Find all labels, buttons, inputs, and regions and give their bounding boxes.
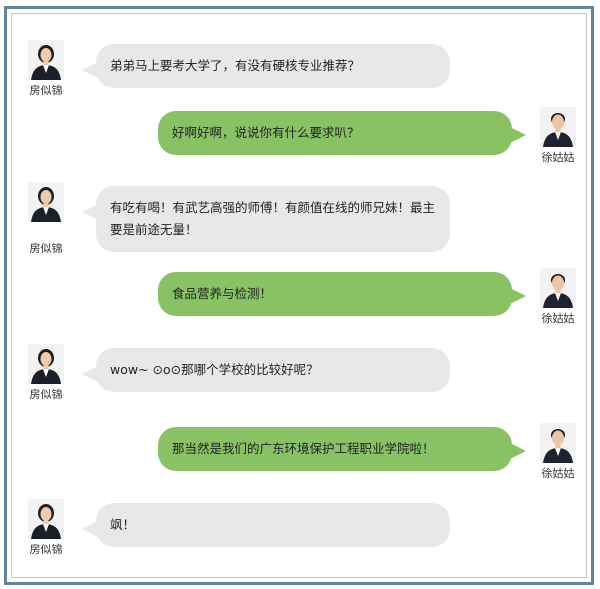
chat-frame: 房似锦 弟弟马上要考大学了，有没有硬核专业推荐？ 好啊好啊，说说你有什么要求叭？…	[4, 6, 594, 585]
man-avatar-icon	[540, 107, 576, 147]
message-bubble: 有吃有喝！有武艺高强的师傅！有颜值在线的师兄妹！最主要是前途无量！	[82, 186, 450, 252]
sender-name: 徐姑姑	[541, 312, 575, 325]
message-bubble: 飒！	[82, 503, 450, 547]
woman-avatar-icon	[28, 344, 64, 384]
woman-avatar-icon	[28, 499, 64, 539]
message-bubble: 好啊好啊，说说你有什么要求叭？	[158, 111, 526, 155]
message-bubble: 食品营养与检测！	[158, 272, 526, 316]
message-bubble: 弟弟马上要考大学了，有没有硬核专业推荐？	[82, 44, 450, 88]
message-bubble: wow~ ⊙o⊙那哪个学校的比较好呢？	[82, 348, 450, 392]
sender-name: 房似锦	[29, 388, 63, 401]
message-bubble: 那当然是我们的广东环境保护工程职业学院啦！	[158, 427, 526, 471]
sender-name: 徐姑姑	[541, 151, 575, 164]
woman-avatar-icon	[28, 40, 64, 80]
chat-panel: 房似锦 弟弟马上要考大学了，有没有硬核专业推荐？ 好啊好啊，说说你有什么要求叭？…	[11, 13, 587, 578]
sender-name: 徐姑姑	[541, 467, 575, 480]
woman-avatar-icon	[28, 182, 64, 222]
sender-name: 房似锦	[29, 543, 63, 556]
man-avatar-icon	[540, 423, 576, 463]
man-avatar-icon	[540, 268, 576, 308]
sender-name: 房似锦	[29, 242, 63, 255]
sender-name: 房似锦	[29, 84, 63, 97]
